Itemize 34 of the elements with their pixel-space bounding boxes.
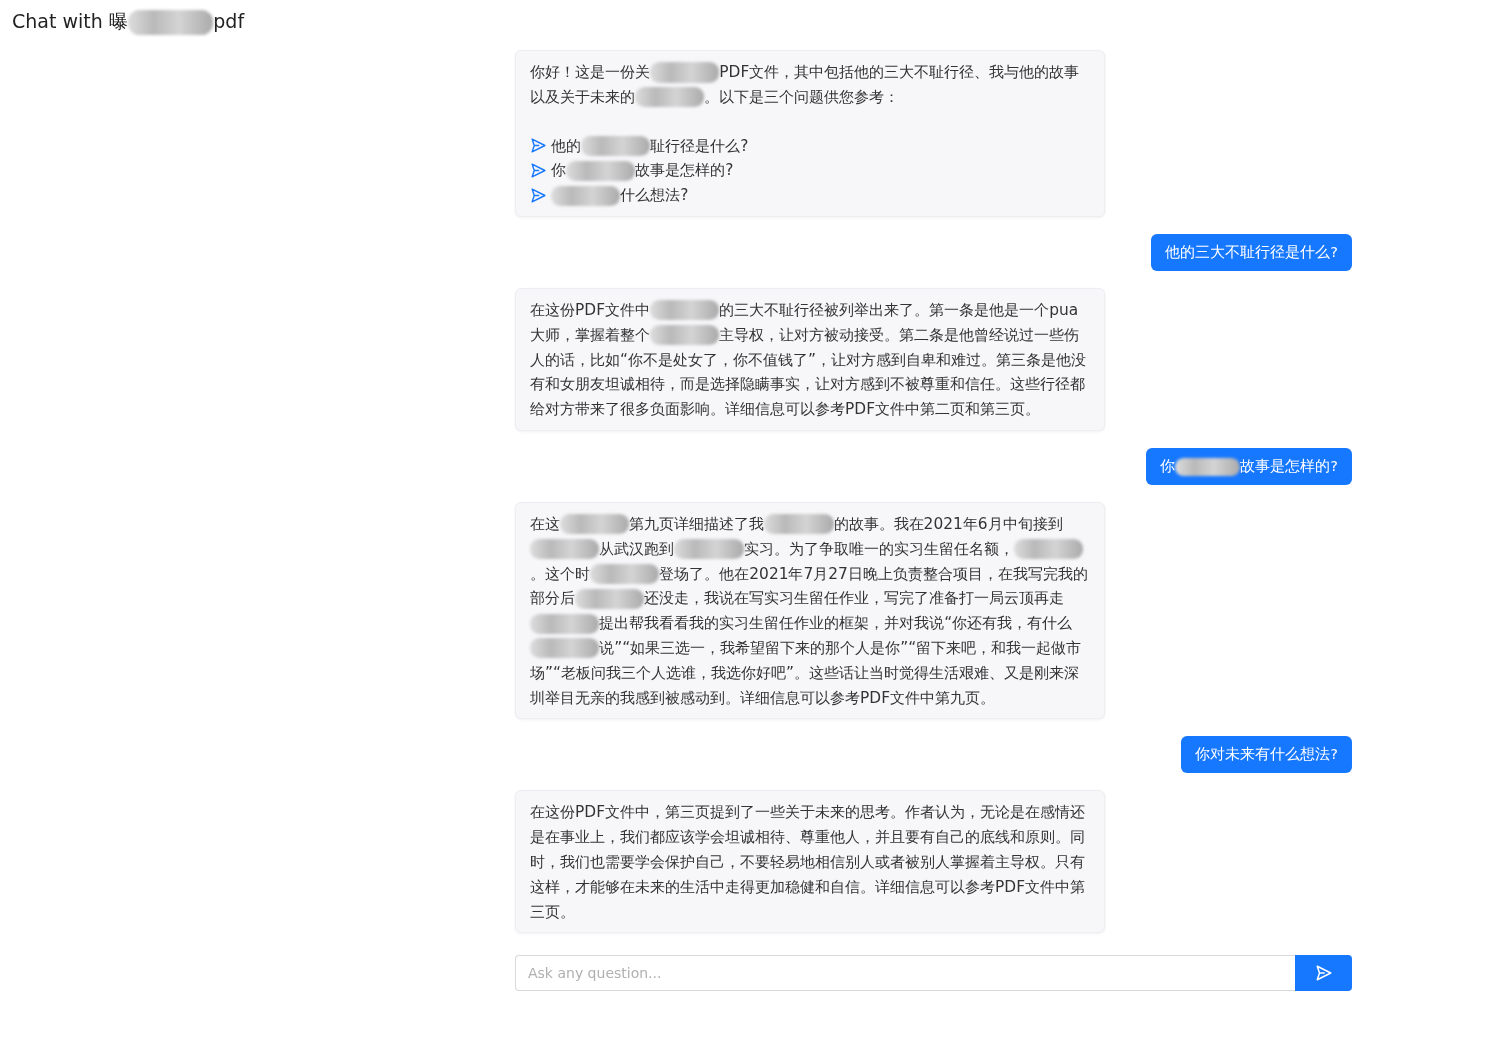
blurred-redaction	[1175, 457, 1241, 477]
send-icon	[530, 187, 547, 205]
blurred-redaction	[530, 613, 600, 634]
blurred-redaction	[590, 564, 660, 585]
send-button[interactable]	[1295, 955, 1352, 992]
blurred-redaction	[650, 325, 720, 346]
blurred-redaction	[635, 87, 705, 108]
user-message: 你对未来有什么想法?	[1181, 736, 1352, 774]
suggested-question[interactable]: 他的 耻行径是什么?	[551, 133, 749, 159]
blurred-redaction	[551, 185, 621, 206]
user-message: 他的三大不耻行径是什么?	[1151, 234, 1352, 271]
message-text: 在这份PDF文件中 的三大不耻行径被列举出来了。第一条是他是一个pua大师，掌握着整个 主导权，让对方被动接受。第二条是他曾经说过一些伤人的话，比如“你不是处女了，你不值钱了”，让对方感到自卑和难过。第三条是他没有和女朋友坦诚相待，而是选择隐瞒事实，让对方感到不被尊重和信任。这些行径都给对方带来了很多负面影响。详细信息可以参考PDF文件中第二页和第三页。	[530, 299, 1087, 421]
message-text: 你好！这是一份关 PDF文件，其中包括他的三大不耻行径、我与他的故事以及关于未来的 。以下是三个问题供您参考：	[530, 61, 1081, 110]
user-message: 你 故事是怎样的?	[1146, 447, 1352, 485]
blurred-redaction	[581, 136, 651, 157]
blurred-redaction	[650, 62, 720, 83]
suggested-question[interactable]: 什么想法?	[551, 183, 689, 208]
send-icon	[530, 137, 547, 155]
blurred-redaction	[530, 638, 600, 659]
message-text: 在这 第九页详细描述了我 的故事。我在2021年6月中旬接到 从武汉跑到 实习。为了争取唯一的实习生留任名额， 。这个时 登场了。他在2021年7月27日晚上负责整合项目，在我写完我的部分后 还没走，我说在写实习生留任作业，写完了准备打一局云顶再走 提出帮我看看我的实习生留任作业的框架，并对我说“你还有我，有什么 说”“如果三选一，我希望留下来的那个人是你”“留下来吧，和我一起做市场”“老板问我三个人选谁，我选你好吧”。这些话让当时觉得生活艰难、又是刚来深圳举目无亲的我感到被感动到。详细信息可以参考PDF文件中第九页。	[530, 513, 1089, 709]
blurred-redaction	[674, 539, 744, 560]
blurred-redaction	[566, 160, 636, 181]
blurred-redaction	[1013, 539, 1083, 560]
message-text: 在这份PDF文件中，第三页提到了一些关于未来的思考。作者认为，无论是在感情还是在事业上，我们都应该学会坦诚相待、尊重他人，并且要有自己的底线和原则。同时，我们也需要学会保护自己，不要轻易地相信别人或者被别人掌握着主导权。只有这样，才能够在未来的生活中走得更加稳健和自信。详细信息可以参考PDF文件中第三页。	[530, 802, 1086, 923]
question-input[interactable]: Ask any question...	[515, 955, 1295, 992]
blurred-redaction	[650, 300, 720, 321]
blurred-redaction	[530, 539, 600, 560]
chat-title: Chat with 曝 pdf	[12, 9, 245, 35]
blurred-redaction	[560, 514, 630, 535]
send-icon	[1314, 964, 1333, 983]
blurred-redaction	[575, 588, 645, 609]
blurred-redaction	[764, 514, 834, 535]
send-icon	[530, 162, 547, 180]
suggested-question[interactable]: 你 故事是怎样的?	[551, 158, 734, 184]
